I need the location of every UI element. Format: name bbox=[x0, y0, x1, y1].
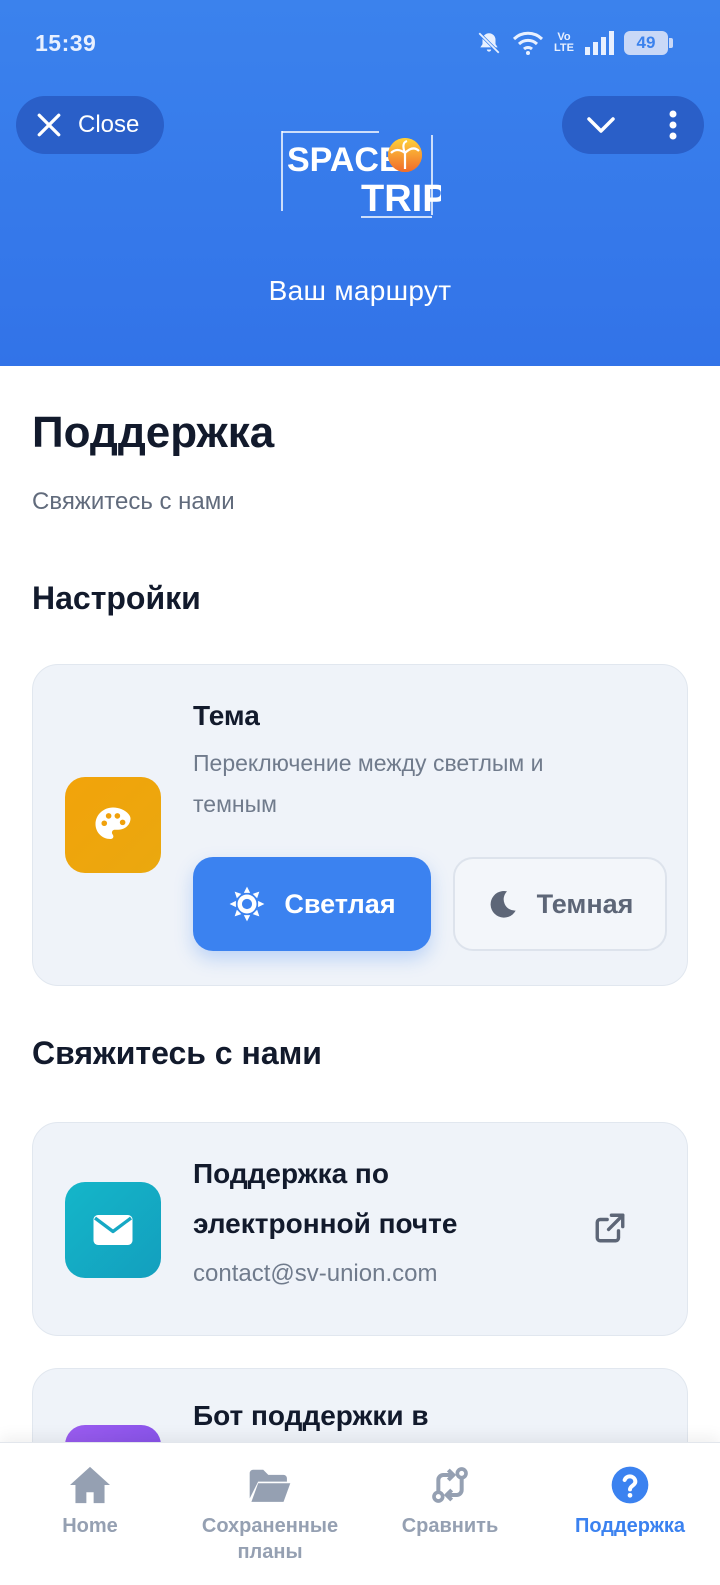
email-support-card[interactable]: Поддержка по электронной почте contact@s… bbox=[32, 1122, 688, 1336]
contact-section-title: Свяжитесь с нами bbox=[32, 1035, 322, 1071]
theme-icon-tile bbox=[65, 777, 161, 873]
status-bar: 15:39 Vo LTE 49 bbox=[0, 0, 720, 90]
page-title: Поддержка bbox=[32, 408, 275, 457]
nav-item-saved-plans[interactable]: Сохраненные планы bbox=[180, 1443, 360, 1585]
home-icon bbox=[70, 1466, 110, 1504]
compare-icon bbox=[432, 1467, 468, 1503]
theme-card: Тема Переключение между светлым и темным… bbox=[32, 664, 688, 986]
nav-item-compare[interactable]: Сравнить bbox=[360, 1443, 540, 1585]
signal-icon bbox=[585, 31, 614, 55]
moon-icon bbox=[490, 890, 516, 918]
bot-card-title-line1: Бот поддержки в bbox=[193, 1400, 429, 1431]
palette-icon bbox=[95, 807, 131, 839]
status-time: 15:39 bbox=[35, 30, 97, 56]
nav-label-home: Home bbox=[62, 1515, 118, 1537]
close-button[interactable]: Close bbox=[16, 96, 164, 154]
settings-section-title: Настройки bbox=[32, 580, 201, 616]
mail-icon bbox=[93, 1215, 133, 1245]
battery-indicator: 49 bbox=[624, 31, 673, 55]
theme-dark-label: Темная bbox=[536, 888, 634, 919]
email-card-title-line1: Поддержка по bbox=[193, 1158, 389, 1189]
header-menu-pill bbox=[562, 96, 704, 154]
external-link-icon[interactable] bbox=[593, 1211, 627, 1245]
theme-card-title: Тема bbox=[193, 700, 260, 731]
email-card-title-line2: электронной почте bbox=[193, 1208, 458, 1239]
theme-card-desc-line1: Переключение между светлым и bbox=[193, 750, 544, 776]
close-label: Close bbox=[78, 111, 140, 138]
chevron-down-icon[interactable] bbox=[586, 115, 616, 135]
more-vertical-icon[interactable] bbox=[668, 110, 678, 140]
volte-badge: Vo LTE bbox=[554, 31, 574, 54]
nav-label-support: Поддержка bbox=[574, 1515, 686, 1537]
svg-text:TRIP: TRIP bbox=[361, 178, 441, 219]
space-trip-logo: SPACE TRIP bbox=[281, 131, 441, 219]
help-circle-icon bbox=[611, 1466, 649, 1504]
theme-dark-button[interactable]: Темная bbox=[453, 857, 667, 951]
email-address: contact@sv-union.com bbox=[193, 1260, 438, 1287]
app-header: 15:39 Vo LTE 49 Close SPACE TRIP Ваш мар… bbox=[0, 0, 720, 366]
theme-light-button[interactable]: Светлая bbox=[193, 857, 431, 951]
status-icons: Vo LTE 49 bbox=[476, 30, 673, 56]
header-title: Ваш маршрут bbox=[268, 275, 452, 306]
nav-item-support[interactable]: Поддержка bbox=[540, 1443, 720, 1585]
theme-light-label: Светлая bbox=[284, 888, 396, 919]
theme-card-desc-line2: темным bbox=[193, 791, 277, 817]
email-icon-tile bbox=[65, 1182, 161, 1278]
nav-label-compare: Сравнить bbox=[401, 1515, 499, 1537]
svg-text:SPACE: SPACE bbox=[287, 141, 402, 179]
nav-label-saved-plans: Сохраненные планы bbox=[201, 1515, 339, 1563]
wifi-icon bbox=[512, 31, 544, 55]
close-icon bbox=[37, 113, 61, 137]
sun-icon bbox=[229, 886, 265, 922]
bell-muted-icon bbox=[478, 32, 500, 54]
bottom-navigation: Home Сохраненные планы Сравнить Поддержк… bbox=[0, 1442, 720, 1585]
page-subtitle: Свяжитесь с нами bbox=[32, 488, 235, 515]
nav-item-home[interactable]: Home bbox=[0, 1443, 180, 1585]
folder-icon bbox=[249, 1469, 291, 1502]
